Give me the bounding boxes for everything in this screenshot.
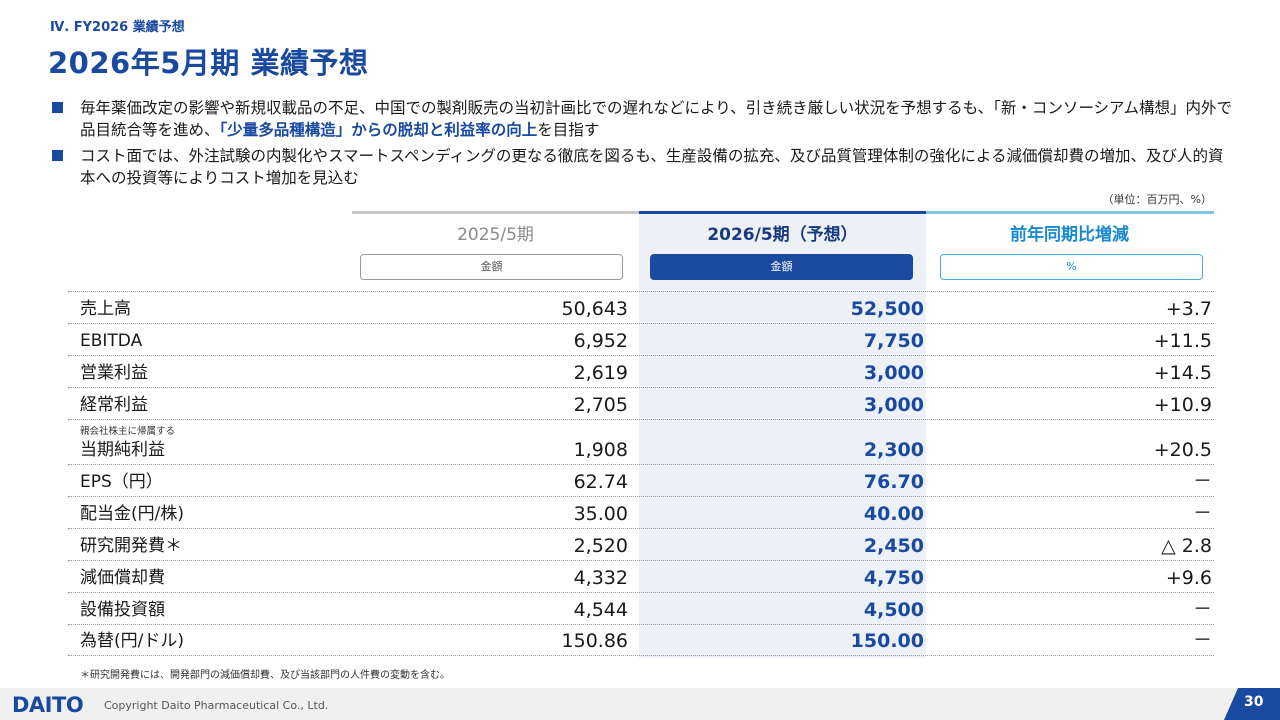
- row-label: 研究開発費＊: [80, 536, 182, 556]
- table-row: 減価償却費 4,332 4,750 +9.6: [68, 560, 1214, 592]
- bullet-text: コスト面では、外注試験の内製化やスマートスペンディングの更なる徹底を図るも、生産…: [80, 147, 1224, 187]
- forecast-value: 52,500: [850, 298, 924, 320]
- forecast-value: 40.00: [863, 503, 924, 525]
- bullet-item: コスト面では、外注試験の内製化やスマートスペンディングの更なる徹底を図るも、生産…: [52, 145, 1232, 189]
- copyright-text: Copyright Daito Pharmaceutical Co., Ltd.: [104, 699, 329, 712]
- unit-note: （単位：百万円、%）: [1102, 193, 1212, 206]
- bullet-square-icon: [52, 150, 63, 161]
- forecast-column-bar: [639, 211, 926, 214]
- row-label: 経常利益: [80, 395, 148, 415]
- prev-value: 1,908: [573, 439, 628, 461]
- yoy-value: +3.7: [1165, 298, 1212, 320]
- yoy-value: －: [1192, 598, 1212, 620]
- prev-value: 6,952: [573, 330, 628, 352]
- yoy-value: +14.5: [1153, 362, 1212, 384]
- prev-amount-pill: 金額: [360, 254, 623, 280]
- yoy-value: －: [1192, 502, 1212, 524]
- forecast-amount-pill: 金額: [650, 254, 913, 280]
- prev-value: 4,332: [573, 567, 628, 589]
- bullet-highlight: 「少量多品種構造」からの脱却と利益率の向上: [219, 121, 538, 139]
- yoy-column-header: 前年同期比増減: [1010, 225, 1129, 245]
- bullet-text: を目指す: [537, 121, 600, 139]
- prev-value: 62.74: [573, 471, 628, 493]
- row-label: 配当金(円/株): [80, 504, 184, 524]
- row-label: 売上高: [80, 299, 131, 319]
- prev-value: 2,705: [573, 394, 628, 416]
- row-label: 減価償却費: [80, 568, 165, 588]
- forecast-value: 3,000: [863, 362, 924, 384]
- bullet-item: 毎年薬価改定の影響や新規収載品の不足、中国での製剤販売の当初計画比での遅れなどに…: [52, 97, 1232, 141]
- prev-value: 35.00: [573, 503, 628, 525]
- row-label: 設備投資額: [80, 600, 165, 620]
- page-number: 30: [1244, 694, 1264, 710]
- yoy-percent-pill: %: [940, 254, 1203, 280]
- daito-logo: DAITO: [12, 693, 84, 717]
- bullet-list: 毎年薬価改定の影響や新規収載品の不足、中国での製剤販売の当初計画比での遅れなどに…: [52, 97, 1232, 193]
- prev-value: 50,643: [561, 298, 628, 320]
- prev-column-header: 2025/5期: [457, 225, 534, 245]
- yoy-value: －: [1192, 629, 1212, 651]
- forecast-value: 4,500: [863, 599, 924, 621]
- table-row: 研究開発費＊ 2,520 2,450 △ 2.8: [68, 528, 1214, 560]
- table-row: 経常利益 2,705 3,000 +10.9: [68, 387, 1214, 419]
- row-label: 当期純利益: [80, 440, 165, 460]
- forecast-value: 3,000: [863, 394, 924, 416]
- prev-value: 2,619: [573, 362, 628, 384]
- forecast-column-header: 2026/5期（予想）: [707, 225, 858, 245]
- yoy-value: +10.9: [1153, 394, 1212, 416]
- yoy-column-bar: [926, 211, 1214, 214]
- forecast-value: 2,300: [863, 439, 924, 461]
- yoy-value: +9.6: [1165, 567, 1212, 589]
- section-label: Ⅳ. FY2026 業績予想: [50, 20, 185, 35]
- yoy-value: －: [1192, 470, 1212, 492]
- yoy-value: △ 2.8: [1161, 535, 1212, 557]
- footnote: ＊研究開発費には、開発部門の減価償却費、及び当該部門の人件費の変動を含む。: [80, 670, 450, 681]
- yoy-value: +20.5: [1153, 439, 1212, 461]
- forecast-value: 7,750: [863, 330, 924, 352]
- forecast-value: 150.00: [850, 630, 924, 652]
- forecast-value: 2,450: [863, 535, 924, 557]
- table-row: 売上高 50,643 52,500 +3.7: [68, 291, 1214, 323]
- forecast-value: 4,750: [863, 567, 924, 589]
- forecast-value: 76.70: [863, 471, 924, 493]
- row-label: 為替(円/ドル): [80, 631, 184, 651]
- forecast-table: 売上高 50,643 52,500 +3.7 EBITDA 6,952 7,75…: [68, 291, 1214, 656]
- row-label: EPS（円）: [80, 472, 163, 492]
- table-row: 為替(円/ドル) 150.86 150.00 －: [68, 624, 1214, 656]
- page-title: 2026年5月期 業績予想: [48, 46, 369, 80]
- table-row: EPS（円） 62.74 76.70 －: [68, 464, 1214, 496]
- table-row: 親会社株主に帰属する 当期純利益 1,908 2,300 +20.5: [68, 419, 1214, 464]
- prev-column-bar: [352, 211, 639, 214]
- prev-value: 4,544: [573, 599, 628, 621]
- row-label: 営業利益: [80, 363, 148, 383]
- bullet-square-icon: [52, 102, 63, 113]
- table-row: 営業利益 2,619 3,000 +14.5: [68, 355, 1214, 387]
- yoy-value: +11.5: [1153, 330, 1212, 352]
- table-row: 配当金(円/株) 35.00 40.00 －: [68, 496, 1214, 528]
- table-row: EBITDA 6,952 7,750 +11.5: [68, 323, 1214, 355]
- prev-value: 150.86: [561, 630, 628, 652]
- prev-value: 2,520: [573, 535, 628, 557]
- row-label: EBITDA: [80, 331, 143, 351]
- table-row: 設備投資額 4,544 4,500 －: [68, 592, 1214, 624]
